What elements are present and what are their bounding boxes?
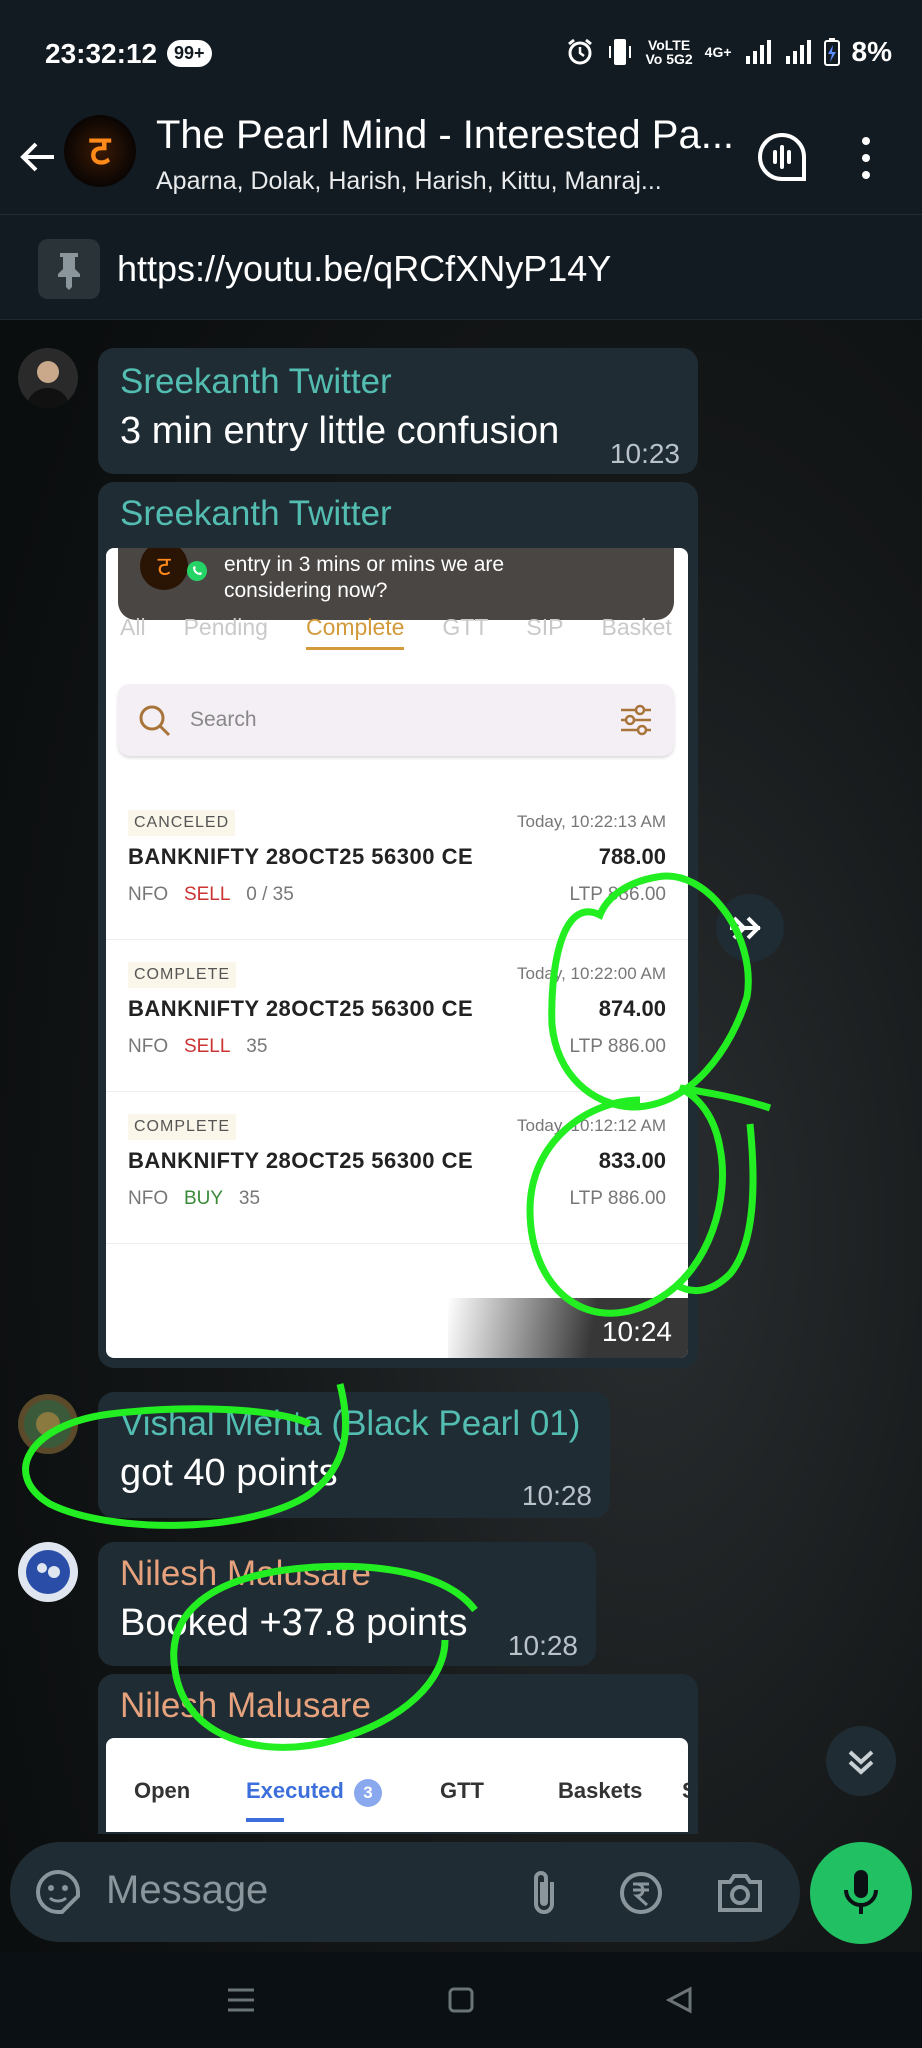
attach-icon[interactable]	[526, 1868, 562, 1918]
message-compose-bar: Message	[10, 1842, 800, 1942]
home-icon[interactable]	[448, 1986, 474, 2014]
system-nav-bar	[0, 1952, 922, 2048]
recents-icon[interactable]	[226, 1986, 256, 2014]
sticker-icon[interactable]	[34, 1868, 82, 1916]
message-input[interactable]: Message	[106, 1868, 268, 1913]
microphone-icon	[844, 1870, 878, 1914]
back-nav-icon[interactable]	[666, 1986, 692, 2014]
camera-icon[interactable]	[716, 1870, 764, 1914]
payment-icon[interactable]	[618, 1870, 664, 1916]
hand-drawn-annotations	[22, 872, 772, 1751]
mic-button[interactable]	[810, 1842, 912, 1944]
